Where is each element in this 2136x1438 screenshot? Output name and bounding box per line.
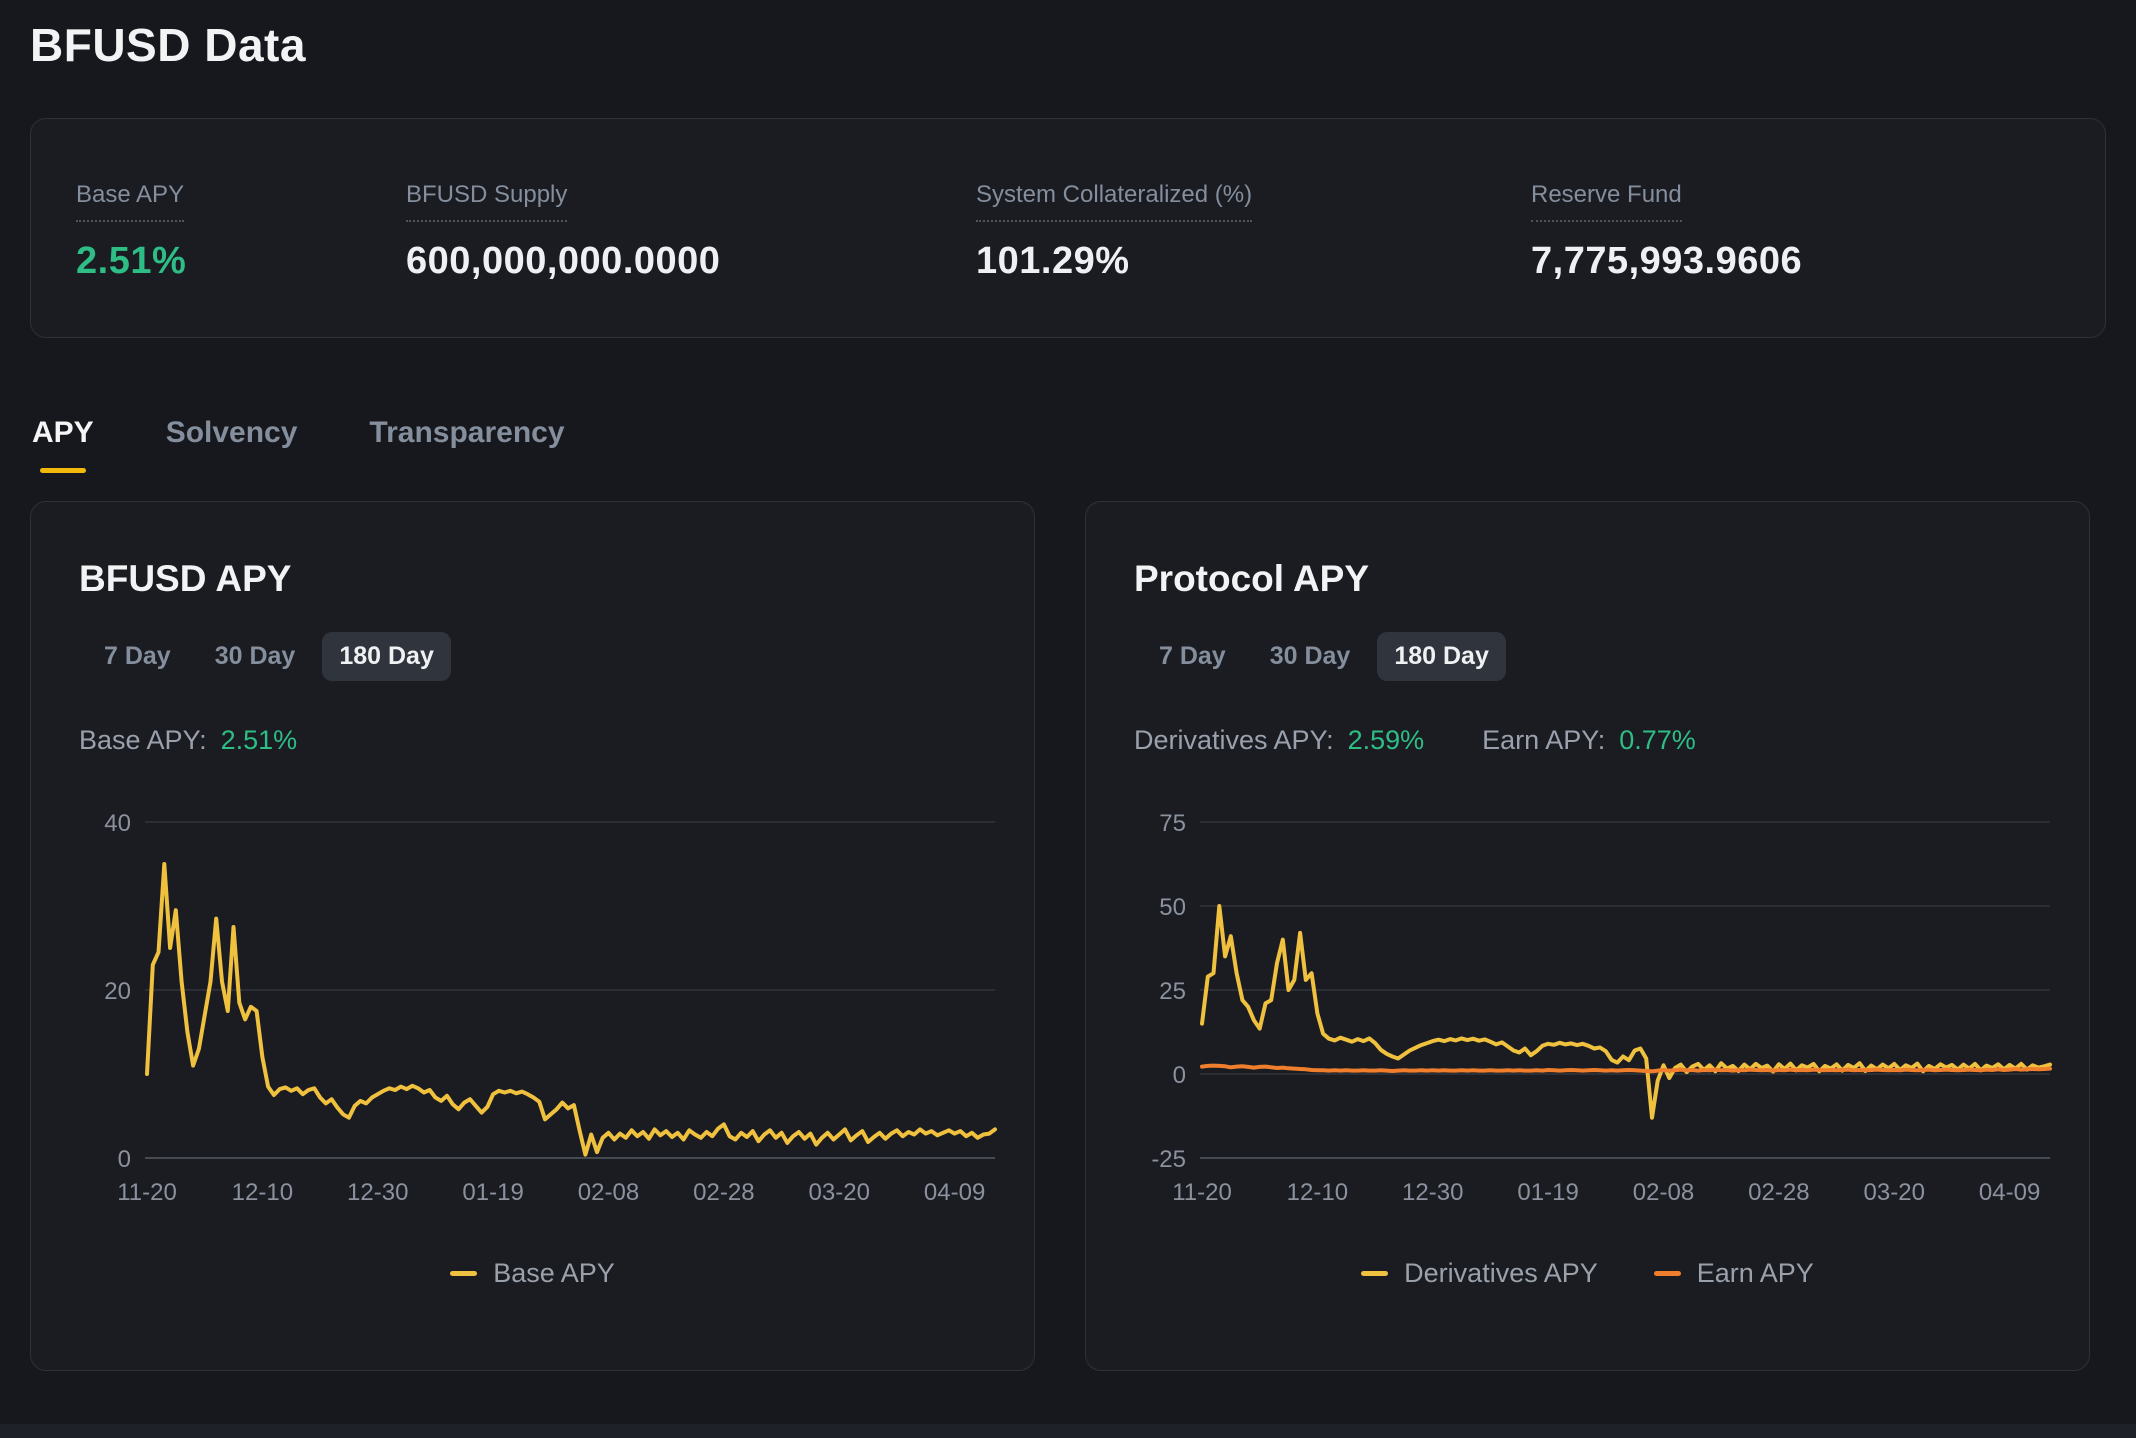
y-axis-tick-label: 20 [104, 978, 131, 1005]
bfusd-apy-chart[interactable]: 40 20 0 11-20 12-10 12-30 01-19 02-08 02-28 03-20… [57, 792, 1002, 1212]
derivatives-apy-line-swatch [1361, 1271, 1388, 1276]
bfusd-apy-range-7d-button[interactable]: 7 Day [87, 632, 188, 681]
earn-apy-value: 0.77% [1619, 725, 1696, 756]
stat-base-apy: Base APY 2.51% [76, 179, 406, 283]
bfusd-apy-range-30d-button[interactable]: 30 Day [198, 632, 313, 681]
x-axis-tick-label: 12-10 [1287, 1179, 1348, 1206]
tab-active-underline [40, 468, 86, 473]
x-axis-tick-label: 02-28 [1748, 1179, 1809, 1206]
x-axis-tick-label: 02-08 [1633, 1179, 1694, 1206]
series-line-base-apy [147, 864, 995, 1155]
bfusd-apy-card: BFUSD APY 7 Day 30 Day 180 Day Base APY:… [30, 501, 1035, 1371]
tab-solvency[interactable]: Solvency [166, 416, 298, 473]
protocol-apy-range-7d-button[interactable]: 7 Day [1142, 632, 1243, 681]
stat-base-apy-label[interactable]: Base APY [76, 179, 184, 222]
y-axis-tick-label: -25 [1151, 1146, 1186, 1173]
y-axis-tick-label: 0 [118, 1146, 131, 1173]
tab-apy[interactable]: APY [32, 416, 94, 473]
x-axis-tick-label: 02-08 [578, 1179, 639, 1206]
x-axis-tick-label: 04-09 [1979, 1179, 2040, 1206]
section-tabs: APY Solvency Transparency [30, 416, 2106, 473]
x-axis-tick-label: 12-30 [347, 1179, 408, 1206]
stat-system-collateralized: System Collateralized (%) 101.29% [976, 179, 1531, 283]
legend-base-apy-label: Base APY [493, 1258, 615, 1289]
x-axis-tick-label: 01-19 [1517, 1179, 1578, 1206]
stat-reserve-fund: Reserve Fund 7,775,993.9606 [1531, 179, 1802, 283]
protocol-apy-card-title: Protocol APY [1134, 558, 2063, 600]
x-axis-tick-label: 04-09 [924, 1179, 985, 1206]
legend-earn-apy-label: Earn APY [1697, 1258, 1814, 1289]
x-axis-tick-label: 12-30 [1402, 1179, 1463, 1206]
series-line-earn-apy [1202, 1066, 2050, 1072]
protocol-apy-range-180d-button[interactable]: 180 Day [1377, 632, 1506, 681]
protocol-apy-legend: Derivatives APY Earn APY [1112, 1258, 2063, 1289]
legend-item-derivatives-apy[interactable]: Derivatives APY [1361, 1258, 1598, 1289]
x-axis-tick-label: 11-20 [1172, 1179, 1232, 1206]
y-axis-tick-label: 25 [1159, 978, 1186, 1005]
stat-bfusd-supply-value: 600,000,000.0000 [406, 240, 720, 283]
bfusd-apy-card-title: BFUSD APY [79, 558, 1008, 600]
tab-transparency-label: Transparency [369, 416, 564, 450]
series-line-derivatives-apy [1202, 906, 2050, 1118]
summary-stats-card: Base APY 2.51% BFUSD Supply 600,000,000.… [30, 118, 2106, 338]
y-axis-tick-label: 50 [1159, 894, 1186, 921]
y-axis-tick-label: 40 [104, 810, 131, 837]
stat-reserve-fund-label[interactable]: Reserve Fund [1531, 179, 1682, 222]
tab-solvency-label: Solvency [166, 416, 298, 450]
derivatives-apy-label: Derivatives APY: [1134, 725, 1334, 756]
stat-reserve-fund-value: 7,775,993.9606 [1531, 240, 1802, 283]
protocol-apy-range-30d-button[interactable]: 30 Day [1253, 632, 1368, 681]
bfusd-data-page: BFUSD Data Base APY 2.51% BFUSD Supply 6… [0, 0, 2136, 1371]
page-title: BFUSD Data [30, 18, 2106, 72]
y-axis-tick-label: 75 [1159, 810, 1186, 837]
charts-row: BFUSD APY 7 Day 30 Day 180 Day Base APY:… [30, 501, 2106, 1371]
base-apy-value: 2.51% [221, 725, 298, 756]
x-axis-tick-label: 02-28 [693, 1179, 754, 1206]
x-axis-tick-label: 03-20 [809, 1179, 870, 1206]
protocol-apy-chart[interactable]: 75 50 25 0 -25 11-20 12-10 12-30 01-19 02-08 02-28… [1112, 792, 2057, 1212]
protocol-apy-card: Protocol APY 7 Day 30 Day 180 Day Deriva… [1085, 501, 2090, 1371]
y-axis-tick-label: 0 [1173, 1062, 1186, 1089]
bfusd-apy-range-180d-button[interactable]: 180 Day [322, 632, 451, 681]
bfusd-apy-current-values: Base APY: 2.51% [79, 725, 1008, 756]
x-axis-tick-label: 12-10 [232, 1179, 293, 1206]
x-axis-tick-label: 01-19 [462, 1179, 523, 1206]
base-apy-line-swatch [450, 1271, 477, 1276]
earn-apy-line-swatch [1654, 1271, 1681, 1276]
stat-bfusd-supply-label[interactable]: BFUSD Supply [406, 179, 567, 222]
bfusd-apy-range-toggle: 7 Day 30 Day 180 Day [87, 632, 451, 681]
x-axis-tick-label: 11-20 [117, 1179, 177, 1206]
earn-apy-label: Earn APY: [1482, 725, 1605, 756]
tab-apy-label: APY [32, 416, 94, 450]
stat-base-apy-value: 2.51% [76, 240, 186, 283]
legend-item-earn-apy[interactable]: Earn APY [1654, 1258, 1814, 1289]
protocol-apy-current-values: Derivatives APY: 2.59% Earn APY: 0.77% [1134, 725, 2063, 756]
stat-bfusd-supply: BFUSD Supply 600,000,000.0000 [406, 179, 976, 283]
legend-item-base-apy[interactable]: Base APY [450, 1258, 615, 1289]
footer-band [0, 1424, 2136, 1438]
stat-system-collateralized-value: 101.29% [976, 240, 1130, 283]
base-apy-label: Base APY: [79, 725, 207, 756]
stat-system-collateralized-label[interactable]: System Collateralized (%) [976, 179, 1252, 222]
bfusd-apy-legend: Base APY [57, 1258, 1008, 1289]
protocol-apy-range-toggle: 7 Day 30 Day 180 Day [1142, 632, 1506, 681]
derivatives-apy-value: 2.59% [1348, 725, 1425, 756]
legend-derivatives-apy-label: Derivatives APY [1404, 1258, 1598, 1289]
tab-transparency[interactable]: Transparency [369, 416, 564, 473]
x-axis-tick-label: 03-20 [1864, 1179, 1925, 1206]
